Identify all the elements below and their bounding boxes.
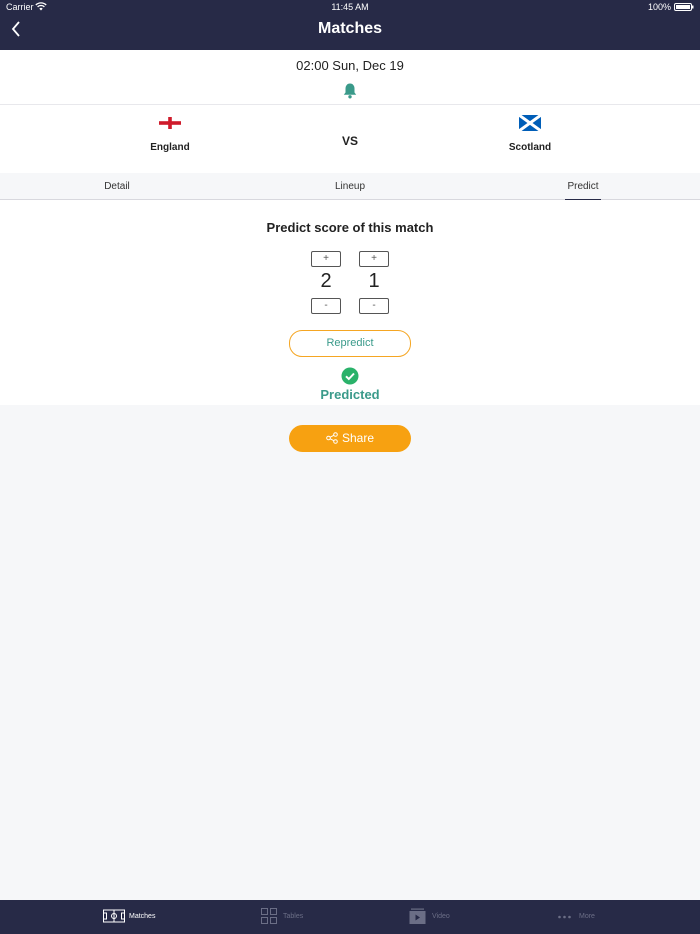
predicted-status: Predicted (320, 387, 380, 402)
page-title: Matches (317, 20, 383, 37)
predict-title: Predict score of this match (266, 220, 434, 235)
home-decrement-button[interactable]: - (311, 298, 341, 314)
tabbar-matches-label: Matches (129, 913, 156, 920)
battery-icon (674, 3, 694, 11)
scotland-flag-icon (519, 115, 541, 131)
clock: 11:45 AM (331, 2, 369, 12)
away-score: 1 (368, 270, 380, 292)
away-decrement-button[interactable]: - (359, 298, 389, 314)
tabbar-video-label: Video (432, 913, 450, 920)
tabbar-more-label: More (579, 913, 595, 920)
home-score-stepper: + 2 - (311, 251, 341, 314)
tabbar-more[interactable]: More (557, 908, 617, 926)
home-score: 2 (320, 270, 332, 292)
grid-icon (261, 908, 277, 924)
tab-detail[interactable]: Detail (78, 181, 156, 192)
match-tabs: Detail Lineup Predict (0, 173, 700, 201)
tabbar-video[interactable]: Video (409, 908, 469, 926)
bottom-tab-bar: Matches Tables Video More (0, 900, 700, 934)
share-icon (326, 432, 338, 444)
tab-predict[interactable]: Predict (565, 181, 601, 201)
away-team[interactable]: Scotland (460, 115, 600, 153)
bell-icon[interactable] (342, 82, 358, 99)
repredict-button[interactable]: Repredict (289, 330, 411, 357)
tabbar-tables-label: Tables (283, 913, 304, 920)
away-score-stepper: + 1 - (359, 251, 389, 314)
match-time-panel: 02:00 Sun, Dec 19 (0, 50, 700, 104)
home-increment-button[interactable]: + (311, 251, 341, 267)
tabbar-matches[interactable]: Matches (103, 908, 163, 926)
status-bar: Carrier 11:45 AM 100% (0, 0, 700, 14)
battery-percent: 100% (647, 2, 671, 12)
tab-lineup[interactable]: Lineup (311, 181, 389, 192)
teams-panel: England VS Scotland (0, 104, 700, 174)
england-flag-icon (159, 115, 181, 131)
more-icon (558, 915, 571, 919)
pitch-icon (103, 909, 125, 923)
predict-panel: Predict score of this match + 2 - + 1 - … (0, 200, 700, 405)
away-team-name: Scotland (508, 142, 552, 153)
match-datetime: 02:00 Sun, Dec 19 (296, 58, 404, 73)
share-label: Share (341, 431, 375, 445)
away-increment-button[interactable]: + (359, 251, 389, 267)
tabbar-tables[interactable]: Tables (261, 908, 321, 926)
app-header: Carrier 11:45 AM 100% Matches (0, 0, 700, 50)
video-icon (409, 908, 426, 924)
check-circle-icon (341, 367, 359, 385)
share-button[interactable]: Share (289, 425, 411, 452)
